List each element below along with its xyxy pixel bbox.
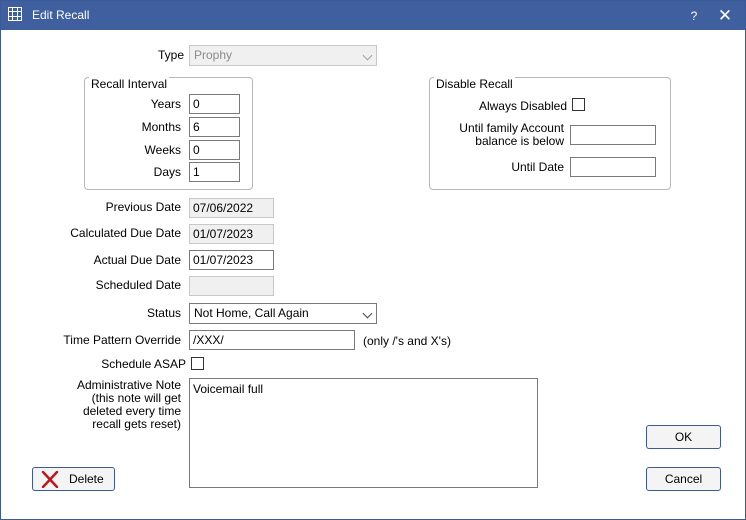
balance-input[interactable] bbox=[570, 125, 656, 145]
actual-due-date-label: Actual Due Date bbox=[93, 253, 181, 267]
chevron-down-icon bbox=[362, 308, 373, 319]
weeks-label: Weeks bbox=[144, 143, 181, 157]
title-bar: Edit Recall ? ✕ bbox=[1, 1, 745, 30]
years-input[interactable]: 0 bbox=[189, 94, 240, 114]
always-disabled-label: Always Disabled bbox=[478, 99, 567, 113]
close-button[interactable]: ✕ bbox=[714, 6, 736, 26]
admin-note-label: Administrative Note (this note will get … bbox=[77, 379, 181, 431]
time-pattern-hint: (only /'s and X's) bbox=[363, 334, 451, 348]
schedule-asap-checkbox[interactable] bbox=[191, 357, 204, 370]
disable-recall-title: Disable Recall bbox=[434, 77, 515, 91]
help-button[interactable]: ? bbox=[684, 7, 704, 25]
admin-note-label-line4: recall gets reset) bbox=[92, 417, 181, 431]
days-label: Days bbox=[153, 165, 181, 179]
type-value: Prophy bbox=[194, 48, 233, 62]
months-label: Months bbox=[141, 120, 181, 134]
delete-button-label: Delete bbox=[69, 472, 104, 486]
calculated-due-date-label: Calculated Due Date bbox=[70, 226, 181, 240]
actual-due-date-input[interactable]: 01/07/2023 bbox=[189, 250, 274, 270]
delete-button[interactable]: Delete bbox=[32, 467, 115, 491]
schedule-asap-label: Schedule ASAP bbox=[101, 357, 186, 371]
status-label: Status bbox=[146, 306, 181, 320]
ok-button[interactable]: OK bbox=[646, 425, 721, 449]
type-select: Prophy bbox=[189, 45, 377, 66]
status-select[interactable]: Not Home, Call Again bbox=[189, 303, 377, 324]
calculated-due-date-field: 01/07/2023 bbox=[189, 224, 274, 244]
years-label: Years bbox=[150, 97, 181, 111]
delete-x-icon bbox=[41, 471, 59, 488]
balance-label-line2: balance is below bbox=[475, 134, 564, 148]
scheduled-date-field bbox=[189, 276, 274, 296]
cancel-button[interactable]: Cancel bbox=[646, 467, 721, 491]
previous-date-label: Previous Date bbox=[105, 200, 181, 214]
app-grid-icon bbox=[8, 7, 22, 21]
until-date-label: Until Date bbox=[511, 160, 564, 174]
status-value: Not Home, Call Again bbox=[194, 306, 309, 320]
previous-date-field: 07/06/2022 bbox=[189, 198, 274, 218]
always-disabled-checkbox[interactable] bbox=[572, 98, 585, 111]
time-pattern-input[interactable]: /XXX/ bbox=[189, 330, 355, 350]
weeks-input[interactable]: 0 bbox=[189, 140, 240, 160]
scheduled-date-label: Scheduled Date bbox=[95, 278, 181, 292]
months-input[interactable]: 6 bbox=[189, 117, 240, 137]
window-title: Edit Recall bbox=[32, 8, 90, 22]
time-pattern-label: Time Pattern Override bbox=[63, 333, 181, 347]
until-date-input[interactable] bbox=[570, 157, 656, 177]
type-label: Type bbox=[157, 48, 184, 62]
recall-interval-title: Recall Interval bbox=[89, 77, 170, 91]
days-input[interactable]: 1 bbox=[189, 162, 240, 182]
balance-label: Until family Account balance is below bbox=[459, 122, 564, 148]
admin-note-textarea[interactable]: Voicemail full bbox=[189, 378, 538, 488]
edit-recall-window: Edit Recall ? ✕ Type Prophy Recall Inter… bbox=[0, 0, 746, 520]
chevron-down-icon bbox=[362, 50, 373, 61]
